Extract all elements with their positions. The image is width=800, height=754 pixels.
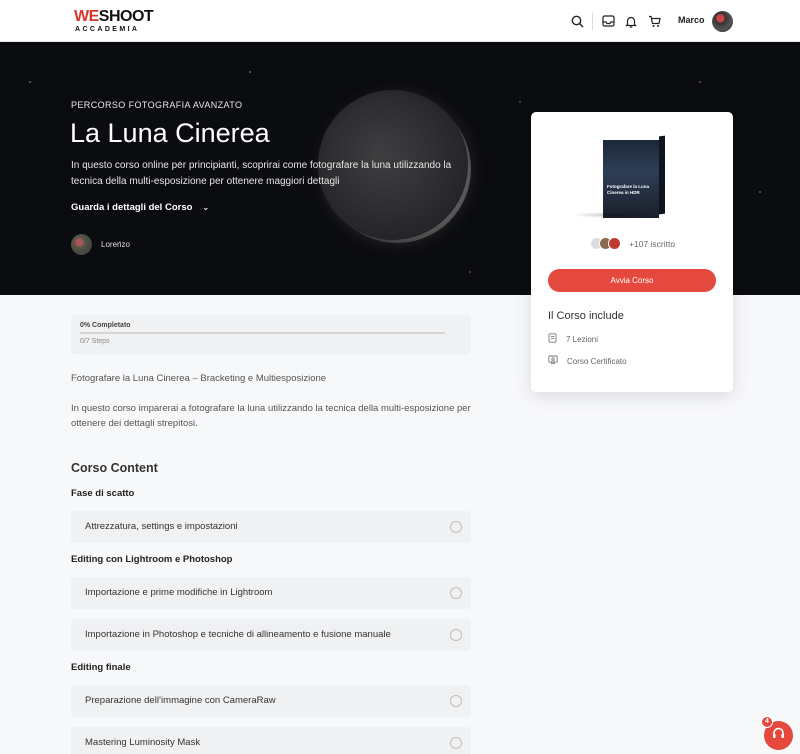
progress-bar <box>80 332 445 334</box>
lesson-status-circle <box>450 695 462 707</box>
course-body: In questo corso imparerai a fotografare … <box>71 403 471 429</box>
lesson-item[interactable]: Preparazione dell’immagine con CameraRaw <box>71 685 471 717</box>
course-intro: Fotografare la Luna Cinerea – Bracketing… <box>71 373 327 384</box>
progress-steps: 0/7 Steps <box>80 338 110 345</box>
course-details-label: Guarda i dettagli del Corso <box>71 202 193 213</box>
section-heading: Editing finale <box>71 662 131 673</box>
section-heading: Editing con Lightroom e Photoshop <box>71 554 233 565</box>
lesson-status-circle <box>450 521 462 533</box>
includes-lessons: 7 Lezioni <box>548 333 598 345</box>
lesson-title: Attrezzatura, settings e impostazioni <box>85 521 238 532</box>
top-header: WESHOOT ACCADEMIA Marco <box>0 0 800 42</box>
document-icon <box>548 333 557 345</box>
course-category: PERCORSO FOTOGRAFIA AVANZATO <box>71 100 243 110</box>
author-name[interactable]: Lorenzo <box>101 240 130 249</box>
section-heading: Fase di scatto <box>71 488 135 499</box>
start-course-button[interactable]: Avvia Corso <box>548 269 716 292</box>
lesson-title: Importazione in Photoshop e tecniche di … <box>85 629 391 640</box>
lesson-title: Preparazione dell’immagine con CameraRaw <box>85 695 276 706</box>
box-cover <box>603 140 659 218</box>
includes-title: Il Corso include <box>548 310 624 322</box>
course-box-image: Fotografare la Luna Cinerea in HDR <box>601 134 665 218</box>
progress-label: 0% Completato <box>80 322 131 329</box>
enrolled-count: +107 iscritto <box>629 239 676 249</box>
box-spine <box>659 135 665 215</box>
inbox-icon[interactable] <box>600 13 616 29</box>
lesson-item[interactable]: Mastering Luminosity Mask <box>71 727 471 754</box>
user-name[interactable]: Marco <box>678 15 705 25</box>
weshoot-logo[interactable]: WESHOOT ACCADEMIA <box>74 8 154 34</box>
course-description: In questo corso online per principianti,… <box>71 160 452 187</box>
headset-icon <box>771 726 786 746</box>
certificate-icon <box>548 355 558 367</box>
includes-certificate: Corso Certificato <box>548 355 627 367</box>
box-title: Fotografare la Luna Cinerea in HDR <box>607 184 650 195</box>
lesson-title: Importazione e prime modifiche in Lightr… <box>85 587 273 598</box>
course-progress: 0% Completato 0/7 Steps <box>71 315 471 354</box>
lesson-status-circle <box>450 737 462 749</box>
course-details-link[interactable]: Guarda i dettagli del Corso ⌄ <box>71 202 209 213</box>
author-avatar[interactable] <box>71 234 92 255</box>
chevron-down-icon: ⌄ <box>202 203 210 212</box>
lesson-item[interactable]: Importazione in Photoshop e tecniche di … <box>71 619 471 651</box>
logo-wordmark: WESHOOT <box>74 8 154 25</box>
user-avatar[interactable] <box>712 11 733 32</box>
search-icon[interactable] <box>569 13 585 29</box>
includes-lessons-label: 7 Lezioni <box>566 334 599 344</box>
lesson-title: Mastering Luminosity Mask <box>85 737 201 748</box>
lesson-status-circle <box>450 587 462 599</box>
chat-notification-badge: 4 <box>761 716 773 728</box>
logo-subtitle: ACCADEMIA <box>75 26 140 33</box>
enrolled-avatars <box>590 237 626 251</box>
lesson-item[interactable]: Attrezzatura, settings e impostazioni <box>71 511 471 543</box>
box-shadow <box>571 212 661 218</box>
course-card: Fotografare la Luna Cinerea in HDR +107 … <box>531 112 733 392</box>
header-divider <box>592 12 593 30</box>
includes-certificate-label: Corso Certificato <box>567 356 627 366</box>
lesson-item[interactable]: Importazione e prime modifiche in Lightr… <box>71 577 471 609</box>
lesson-status-circle <box>450 629 462 641</box>
cart-icon[interactable] <box>646 13 662 29</box>
enrolled-avatar <box>608 237 621 250</box>
course-content-title: Corso Content <box>71 461 158 475</box>
course-title: La Luna Cinerea <box>70 118 270 148</box>
bell-icon[interactable] <box>623 13 639 29</box>
